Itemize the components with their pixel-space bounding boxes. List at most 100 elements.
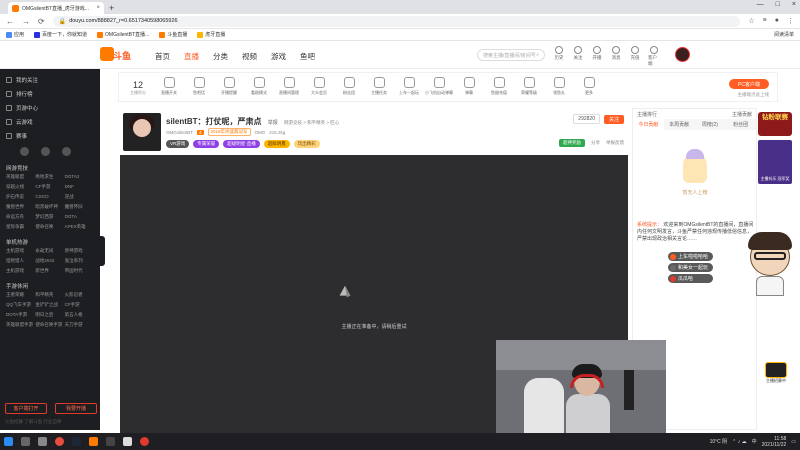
sidebar-item-follow[interactable]: 我的关注 — [0, 73, 100, 87]
nav-yuba[interactable]: 鱼吧 — [300, 51, 315, 62]
star-badge[interactable]: 超级明星·直播 — [223, 140, 260, 148]
weather[interactable]: 10°C 阴 — [710, 438, 728, 445]
game-link[interactable]: 永劫无间 — [35, 248, 64, 254]
game-link[interactable]: 帝国时代 — [65, 268, 94, 274]
game-link[interactable]: 王者荣耀 — [6, 292, 35, 298]
reading-list-icon[interactable]: ≡ — [763, 17, 767, 25]
cat-item[interactable]: 更多 — [577, 77, 601, 96]
chrome-icon[interactable] — [55, 437, 64, 446]
start-broadcast-button[interactable]: 我要开播 — [55, 403, 97, 414]
game-link[interactable]: 和平精英 — [35, 292, 64, 298]
team-icon[interactable] — [20, 147, 29, 156]
profile-icon[interactable]: ● — [775, 17, 779, 25]
steam-icon[interactable] — [72, 437, 81, 446]
game-link[interactable]: 火影忍者 — [65, 292, 94, 298]
cat-item[interactable]: 鱼吧话 — [187, 77, 211, 96]
header-follow[interactable]: 关注 — [572, 46, 584, 67]
sidebar-collapse-handle[interactable] — [100, 236, 105, 266]
close-window-icon[interactable]: × — [792, 1, 796, 8]
game-link[interactable]: 明日之后 — [35, 312, 64, 318]
game-link[interactable]: 金铲铲之战 — [35, 302, 64, 308]
app-icon[interactable] — [106, 437, 115, 446]
team-icon[interactable] — [62, 147, 71, 156]
header-message[interactable]: 消息 — [610, 46, 622, 67]
nav-home[interactable]: 首页 — [155, 51, 170, 62]
game-link[interactable]: 逆战 — [65, 194, 94, 200]
game-link[interactable]: DNF — [65, 184, 94, 190]
report-link[interactable]: 举报 — [268, 120, 278, 126]
game-link[interactable]: 原神游戏 — [65, 248, 94, 254]
reward-button[interactable]: 超神奖励 — [559, 139, 585, 147]
game-link[interactable]: 主机游戏 — [6, 248, 35, 254]
game-link[interactable]: QQ飞车手游 — [6, 302, 35, 308]
star-icon[interactable]: ☆ — [748, 17, 754, 25]
bookmark-baidu[interactable]: 百度一下，你就知道 — [34, 31, 87, 38]
nav-live[interactable]: 直播 — [184, 51, 199, 62]
nav-game[interactable]: 游戏 — [271, 51, 286, 62]
reading-list[interactable]: 阅读清单 — [774, 31, 794, 38]
sidebar-item-events[interactable]: 赛事 — [0, 129, 100, 143]
cat-item[interactable]: 粉丝团 — [337, 77, 361, 96]
share-button[interactable]: 分享 — [591, 140, 600, 146]
bookmark-huya[interactable]: 虎牙直播 — [197, 31, 225, 38]
game-link[interactable]: 新世界 — [35, 268, 64, 274]
host-name[interactable]: OMGsilentBT — [166, 130, 193, 135]
cat-item[interactable]: 弹幕 — [457, 77, 481, 96]
new-tab-icon[interactable]: + — [109, 3, 114, 13]
reload-icon[interactable]: ⟳ — [38, 17, 45, 26]
game-link[interactable]: 英雄联盟手游 — [6, 322, 35, 328]
game-link[interactable]: 战地2042 — [35, 258, 64, 264]
feedback-button[interactable]: 举报反馈 — [606, 140, 624, 146]
windows-start-icon[interactable] — [4, 437, 13, 446]
vr-badge[interactable]: VR游戏 — [166, 140, 190, 148]
room-breadcrumb[interactable]: 网游竞技 > 和平精英 > 匠心 — [284, 120, 339, 125]
search-icon[interactable] — [21, 437, 30, 446]
cat-item[interactable]: 荣耀等级 — [517, 77, 541, 96]
game-link[interactable]: 暗黑破坏神 — [35, 204, 64, 210]
game-link[interactable]: DOTA — [65, 214, 94, 220]
game-link[interactable]: 梦幻西游 — [35, 214, 64, 220]
tab-fans[interactable]: 粉丝团 — [725, 119, 756, 130]
game-link[interactable]: CF手游 — [35, 184, 64, 190]
header-client[interactable]: 客户端 — [648, 46, 660, 67]
back-icon[interactable]: ← — [6, 17, 14, 26]
cat-item[interactable]: 上车一起玩 — [397, 77, 421, 96]
url-input[interactable]: 🔒 douyu.com/888827_r=0.6517340598065926 — [52, 15, 741, 27]
tray-icons[interactable]: ⌃ ♪ ☁ — [732, 439, 746, 445]
game-link[interactable]: 魔兽世界 — [6, 204, 35, 210]
close-tab-icon[interactable]: × — [96, 5, 100, 11]
maximize-icon[interactable]: □ — [776, 1, 780, 8]
bookmark-apps[interactable]: 应用 — [6, 31, 24, 38]
user-avatar[interactable] — [675, 47, 690, 62]
game-link[interactable]: CF手游 — [65, 302, 94, 308]
bookmark-douyu[interactable]: 斗鱼直播 — [159, 31, 187, 38]
forward-icon[interactable]: → — [22, 17, 30, 26]
host-avatar[interactable] — [123, 113, 161, 151]
douyu-logo[interactable]: 斗鱼 — [100, 47, 132, 63]
host-points[interactable]: 12 主播积分 — [123, 80, 153, 96]
game-link[interactable]: 命运方舟 — [6, 214, 35, 220]
app-icon[interactable] — [123, 437, 132, 446]
browser-tab[interactable]: OMGsilentBT直播_虎牙游戏... × — [8, 2, 104, 14]
pc-client-button[interactable]: PC客户端 — [729, 79, 769, 89]
promo-banner[interactable]: 钻粉联赛 主播抖乐 冠军奖 — [758, 112, 794, 202]
cat-item[interactable]: 开播提醒 — [217, 77, 241, 96]
nav-category[interactable]: 分类 — [213, 51, 228, 62]
honor-badge[interactable]: 2018年终盛典冠军 — [207, 128, 251, 136]
follow-button[interactable]: 关注 — [603, 114, 624, 124]
tab-week[interactable]: 本周贡献 — [664, 119, 695, 130]
open-client-button[interactable]: 客户端打开 — [5, 403, 47, 414]
game-link[interactable]: CSGO — [35, 194, 64, 200]
cat-item[interactable]: 主播任务 — [367, 77, 391, 96]
game-link[interactable]: APEX英雄 — [65, 224, 94, 230]
nav-video[interactable]: 视频 — [242, 51, 257, 62]
game-link[interactable]: DOTA2 — [65, 174, 94, 180]
game-link[interactable]: 第五人格 — [65, 312, 94, 318]
game-link[interactable]: 主机游戏 — [6, 268, 35, 274]
bookmark-omg[interactable]: OMGsilentBT直播... — [97, 31, 149, 38]
game-link[interactable]: 绝地求生 — [35, 174, 64, 180]
game-link[interactable]: DOTA手游 — [6, 312, 35, 318]
game-link[interactable]: 炉石传说 — [6, 194, 35, 200]
game-link[interactable]: 使命召唤手游 — [35, 322, 64, 328]
game-link[interactable]: 魔兽怀旧 — [65, 204, 94, 210]
